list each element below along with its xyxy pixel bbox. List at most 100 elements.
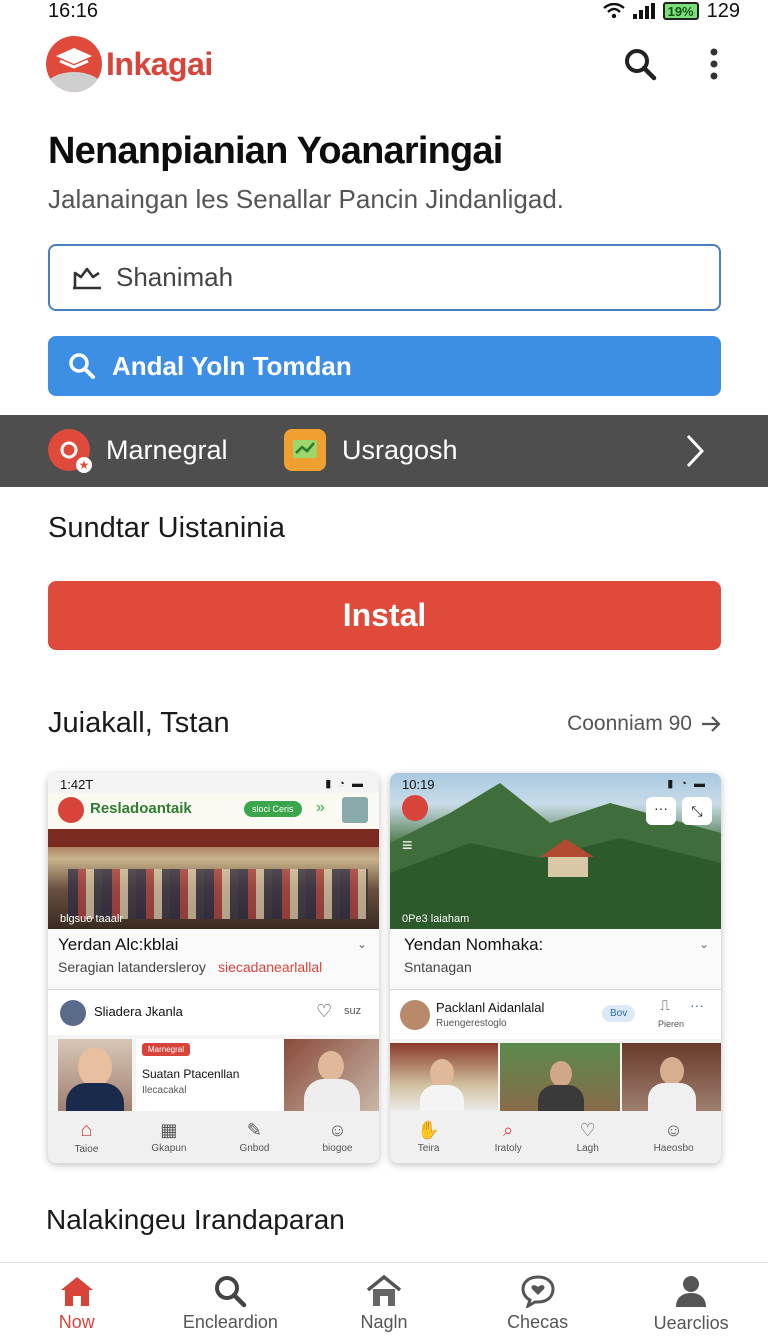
home-icon: ⌂ [80,1119,93,1141]
nav-search[interactable]: Encleardion [154,1263,308,1344]
see-all-label: Coonniam 90 [567,712,692,735]
battery-indicator: 19% [662,2,699,20]
card2-photo-caption: 0Pe3 laiaham [402,913,470,925]
card1-nav-home[interactable]: ⌂ Taioe [75,1119,99,1155]
name-input-value: Shanimah [116,262,234,292]
app-name: Inkagai [106,45,213,82]
section-title-2: Juiakall, Tstan [48,707,230,739]
card1-nav-4[interactable]: ☺ biogoe [322,1120,352,1154]
card2-hero-image: 10:19 ▮ ◔ ▬ ··· ⤡ ≡ 0Pe3 laiaham [390,773,721,929]
card2-user-avatar [400,1000,430,1030]
user-icon: ☺ [664,1120,683,1140]
card2-action-label: Pieren [658,1019,685,1029]
card1-time: 1:42T [60,777,94,792]
card2-nav-2[interactable]: ⌕ Iratoly [495,1120,522,1154]
card1-person-card: Marnegral Suatan Ptacenllan Ilecacakal [136,1039,284,1111]
record-icon: ★ [48,429,92,473]
card1-chevron-icon[interactable]: ⌄ [357,937,367,951]
search-button[interactable] [620,44,660,84]
card2-expand-icon[interactable]: ⤡ [682,797,712,825]
card1-app-title: Resladoantaik [90,800,192,817]
category-item-2-label: Usragosh [342,434,458,465]
card1-user-avatar [60,1000,86,1026]
nav-now[interactable]: Now [0,1263,154,1344]
user-icon: ☺ [328,1120,347,1140]
more-vertical-icon [710,48,718,80]
card2-nav-1[interactable]: ✋ Teira [417,1120,439,1154]
nav-now-label: Now [58,1312,95,1332]
card1-badge: Marnegral [142,1043,191,1056]
search-submit-label: Andal Yoln Tomdan [112,350,352,381]
app-bar: Inkagai [0,30,768,100]
card2-more-dots-icon[interactable]: ··· [690,997,704,1013]
card1-person-name: Suatan Ptacenllan [142,1067,240,1081]
card1-comment-icon[interactable]: ♡ [316,1001,332,1022]
search-submit-button[interactable]: Andal Yoln Tomdan [48,336,721,396]
category-item-1[interactable]: ★ Marnegral [48,429,228,473]
card1-subtitle-a: Seragian latandersleroy [58,959,206,975]
bottom-nav: Now Encleardion Nagln Checas Uearclios [0,1262,768,1344]
heart-icon: ♡ [579,1120,596,1140]
card2-nav-3[interactable]: ♡ Lagh [577,1120,599,1154]
category-next-button[interactable] [684,433,706,474]
signal-icon [632,3,655,19]
card2-user-row: Packlanl Aidanlalal Ruengerestoglo Bov ⎍… [390,991,721,1039]
section-title-3: Nalakingeu Irandaparan [46,1204,345,1235]
card1-nav-2[interactable]: ▦ Gkapun [151,1120,186,1154]
card1-user-row: Sliadera Jkanla ♡ suz [48,991,379,1035]
chat-heart-icon [521,1275,555,1308]
building-icon: ▦ [160,1120,178,1140]
screenshot-card-2[interactable]: 10:19 ▮ ◔ ▬ ··· ⤡ ≡ 0Pe3 laiaham Yendan … [390,773,721,1163]
see-all-link[interactable]: Coonniam 90 [567,712,722,736]
app-logo[interactable]: Inkagai [46,36,213,92]
name-input[interactable]: Shanimah [48,244,721,311]
nav-chats[interactable]: Checas [461,1263,615,1344]
card2-time: 10:19 [402,777,435,792]
card1-title: Yerdan Alc:kblai [58,935,179,954]
category-item-2[interactable]: Usragosh [284,429,458,471]
tag-icon: ✎ [246,1120,262,1140]
card1-action-label: suz [344,1005,362,1017]
like-icon: ✋ [417,1120,440,1140]
card2-nav-4[interactable]: ☺ Haeosbo [654,1120,694,1154]
section-title-1: Sundtar Uistaninia [48,512,285,544]
status-icons: 19% 129 [602,0,740,23]
nav-profile[interactable]: Uearclios [614,1263,768,1344]
card1-avatar [342,797,368,823]
card2-more-icon[interactable]: ··· [646,797,676,825]
category-item-1-label: Marnegral [106,434,228,465]
card2-photo-3 [622,1043,721,1113]
card2-bookmark-icon[interactable]: ⎍ [660,997,670,1014]
card1-status-icons: ▮ ◔ ▬ [325,778,365,790]
search-icon [215,1276,247,1308]
card1-forward-icon: » [316,799,325,816]
status-bar: 16:16 19% 129 [0,0,768,22]
card1-nav-3[interactable]: ✎ Gnbod [239,1120,269,1154]
card2-subtitle: Sntanagan [404,959,472,975]
status-time: 16:16 [48,0,99,22]
house-icon [366,1274,402,1306]
card1-subtitle-b: siecadanearlallal [218,959,323,975]
install-button[interactable]: Instal [48,581,721,650]
nav-profile-label: Uearclios [653,1313,729,1333]
card2-menu-icon[interactable]: ≡ [402,835,413,856]
card2-user-name: Packlanl Aidanlalal [436,1000,545,1015]
chart-app-icon [284,429,326,471]
card1-hero-image: blgsuo taaalr [48,829,379,929]
card1-photo-caption: blgsuo taaalr [60,913,123,925]
card2-pill[interactable]: Bov [602,1005,636,1022]
card2-photo-2 [500,1043,620,1113]
screenshot-card-1[interactable]: 1:42T ▮ ◔ ▬ Resladoantaik sloci Ceris » … [48,773,379,1163]
card1-pill: sloci Ceris [244,801,302,817]
more-menu-button[interactable] [694,44,734,84]
search-icon [625,49,657,81]
nav-home[interactable]: Nagln [307,1263,461,1344]
card2-user-sub: Ruengerestoglo [436,1018,507,1029]
nav-home-label: Nagln [360,1312,408,1332]
home-icon [60,1277,93,1306]
arrow-right-icon [702,716,721,732]
card2-info: Yendan Nomhaka: ⌄ Sntanagan [390,929,721,987]
page-title: Nenanpianian Yoanaringai [48,130,503,172]
card2-chevron-icon[interactable]: ⌄ [699,937,709,951]
card2-photo-1 [390,1043,498,1113]
